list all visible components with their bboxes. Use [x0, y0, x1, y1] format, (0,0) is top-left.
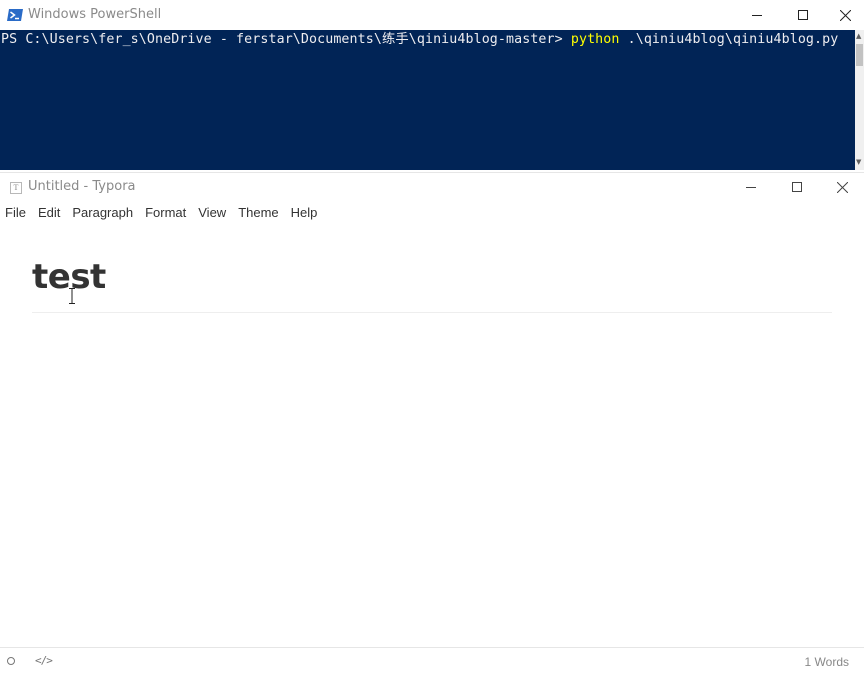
typora-titlebar[interactable]: T Untitled - Typora — [0, 173, 864, 201]
powershell-titlebar[interactable]: Windows PowerShell — [0, 0, 864, 30]
typora-maximize-button[interactable] — [774, 173, 820, 201]
powershell-close-button[interactable] — [826, 0, 864, 30]
typora-close-button[interactable] — [820, 173, 864, 201]
powershell-maximize-button[interactable] — [780, 0, 826, 30]
console-command: python — [570, 32, 620, 47]
typora-statusbar: </> 1 Words — [0, 647, 864, 674]
menu-theme[interactable]: Theme — [232, 201, 284, 225]
powershell-icon — [7, 7, 23, 21]
menu-view[interactable]: View — [192, 201, 232, 225]
console-command-line: PS C:\Users\fer_s\OneDrive - ferstar\Doc… — [1, 31, 838, 48]
powershell-minimize-button[interactable] — [734, 0, 780, 30]
console-prompt: PS C:\Users\fer_s\OneDrive - ferstar\Doc… — [1, 32, 571, 47]
circle-icon[interactable] — [7, 657, 15, 665]
typora-editor[interactable]: test — [0, 225, 864, 647]
menu-format[interactable]: Format — [139, 201, 192, 225]
word-count[interactable]: 1 Words — [805, 655, 849, 669]
console-arguments: .\qiniu4blog\qiniu4blog.py — [619, 32, 839, 47]
minimize-icon — [746, 187, 756, 188]
powershell-window: Windows PowerShell PS C:\Users\fer_s\One… — [0, 0, 864, 172]
menu-help[interactable]: Help — [285, 201, 324, 225]
menu-paragraph[interactable]: Paragraph — [66, 201, 139, 225]
minimize-icon — [752, 15, 762, 16]
close-icon — [839, 9, 851, 21]
menu-edit[interactable]: Edit — [32, 201, 66, 225]
typora-icon: T — [10, 182, 22, 194]
scroll-up-arrow-icon[interactable]: ▲ — [856, 32, 861, 40]
typora-menubar: File Edit Paragraph Format View Theme He… — [0, 201, 323, 225]
code-icon[interactable]: </> — [35, 654, 53, 667]
ibeam-cursor-icon — [68, 288, 76, 304]
typora-window: T Untitled - Typora File Edit Paragraph … — [0, 172, 864, 674]
powershell-scrollbar-thumb[interactable] — [856, 44, 863, 66]
typora-window-title: Untitled - Typora — [28, 179, 136, 194]
typora-minimize-button[interactable] — [728, 173, 774, 201]
maximize-icon — [798, 10, 808, 20]
menu-file[interactable]: File — [0, 201, 32, 225]
close-icon — [836, 181, 848, 193]
powershell-console[interactable]: PS C:\Users\fer_s\OneDrive - ferstar\Doc… — [0, 30, 855, 170]
scroll-down-arrow-icon[interactable]: ▼ — [856, 158, 861, 166]
powershell-window-title: Windows PowerShell — [28, 7, 162, 22]
maximize-icon — [792, 182, 802, 192]
heading-underline — [32, 312, 832, 313]
